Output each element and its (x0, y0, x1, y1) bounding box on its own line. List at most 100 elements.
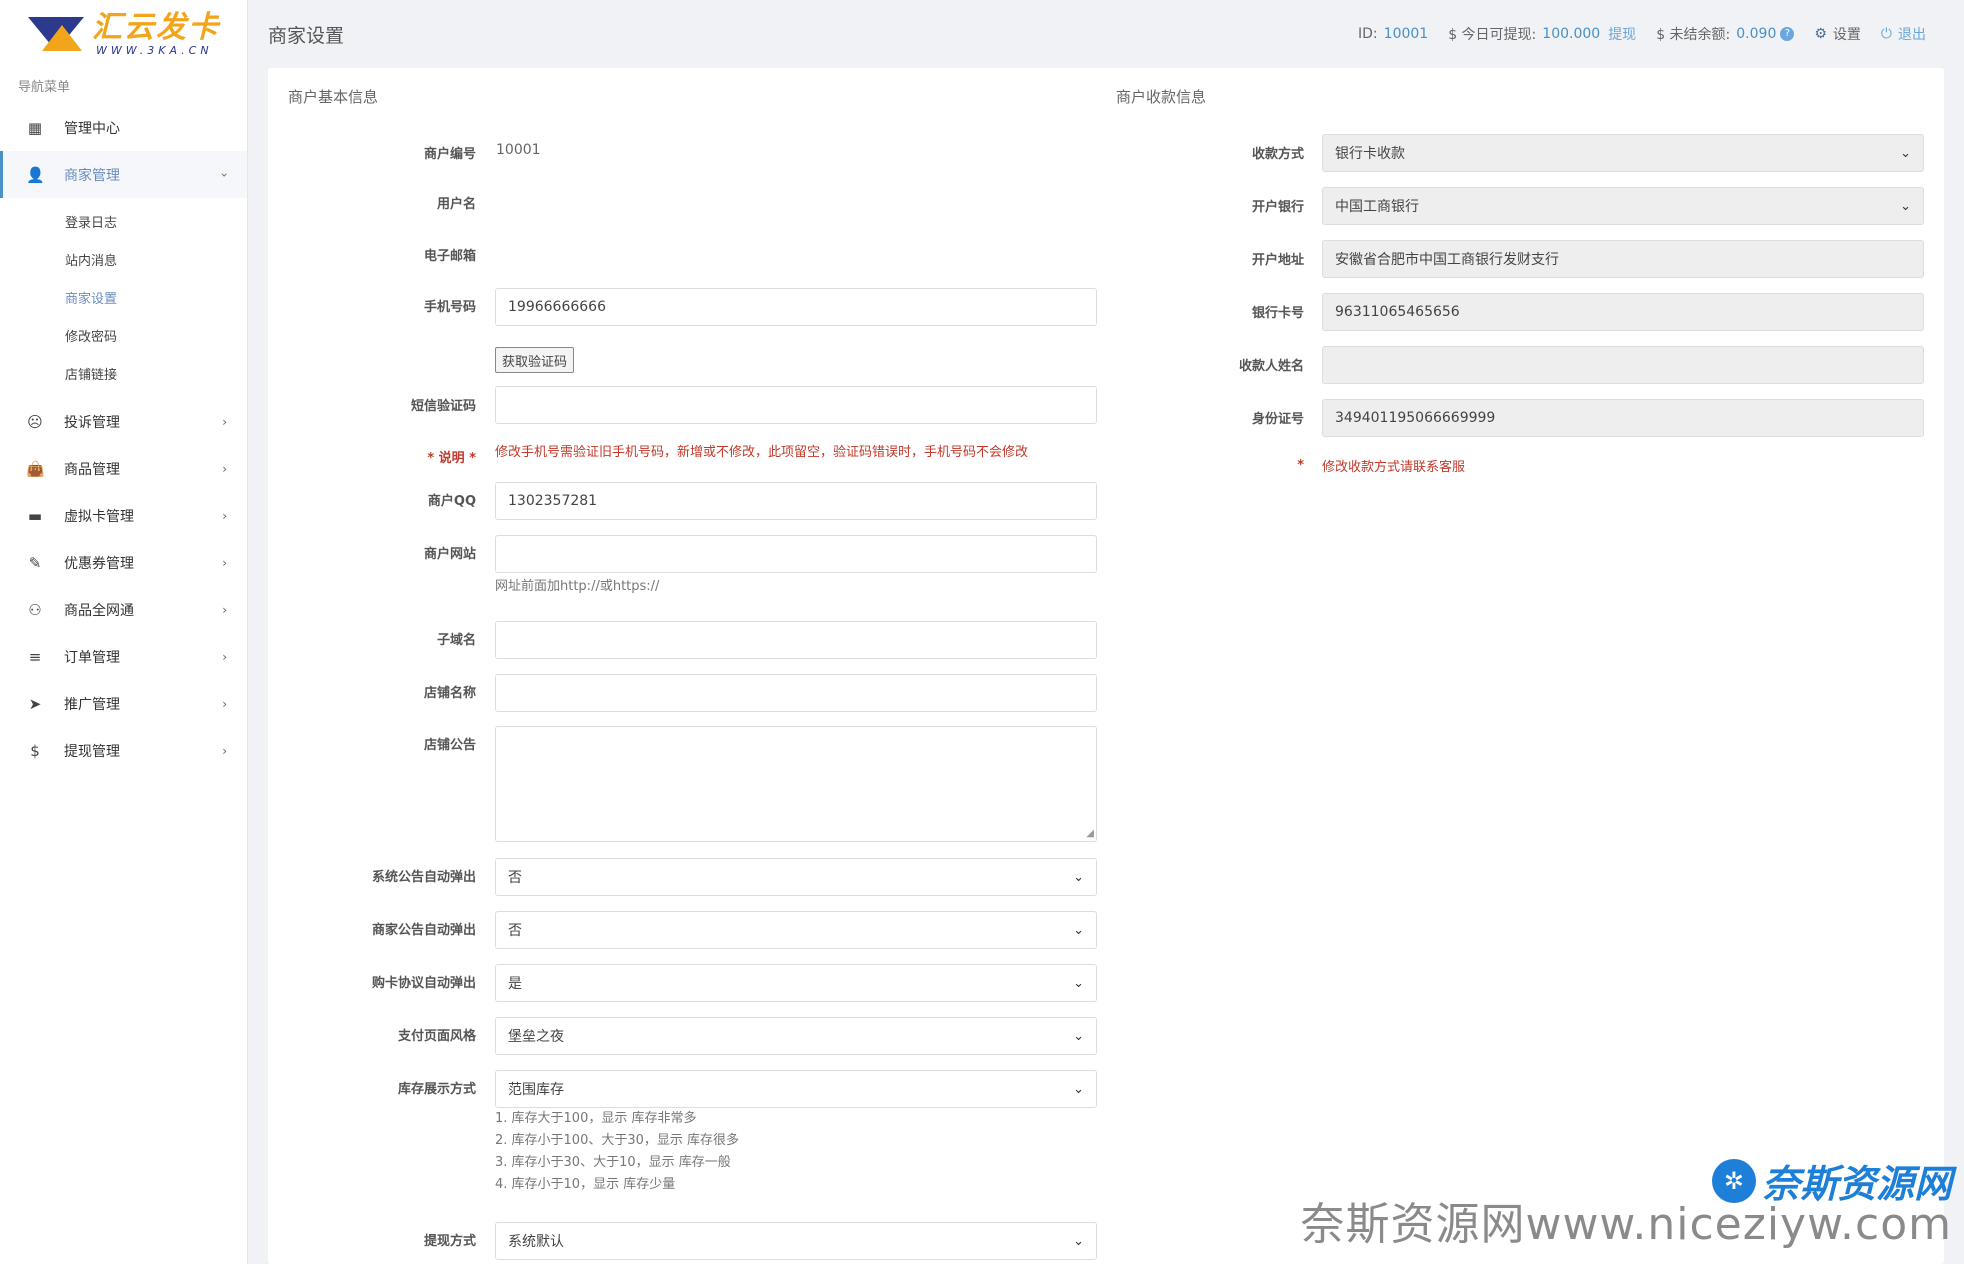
handshake-icon: ⚇ (28, 600, 42, 619)
sidebar-item-virtual-cards[interactable]: ▬ 虚拟卡管理 › (0, 492, 247, 539)
settings-button[interactable]: ⚙ 设置 (1814, 24, 1861, 44)
sidebar-item-label: 推广管理 (64, 696, 120, 713)
logo-subtitle: WWW.3KA.CN (96, 43, 213, 57)
withdraw-method-label: 提现方式 (423, 1234, 476, 1249)
stock-help-line: 4. 库存小于10，显示 库存少量 (495, 1177, 676, 1192)
chevron-right-icon: › (222, 461, 227, 476)
qq-input[interactable]: 1302357281 (495, 482, 1097, 520)
dashboard-icon: ▦ (27, 118, 43, 137)
send-icon: ➤ (28, 694, 42, 713)
merchant-id-label: ID: (1358, 26, 1378, 42)
payee-method-label: 收款方式 (1251, 147, 1304, 162)
select-value: 否 (508, 923, 522, 939)
user-icon: 👤 (26, 165, 45, 184)
power-icon: ⏻ (1880, 26, 1892, 42)
shop-notice-textarea[interactable]: ◢ (495, 726, 1097, 842)
sidebar-item-label: 商家管理 (64, 167, 120, 184)
card-number-label: 银行卡号 (1251, 306, 1304, 321)
stock-help-line: 2. 库存小于100、大于30，显示 库存很多 (495, 1133, 740, 1148)
basic-info-title: 商户基本信息 (288, 88, 379, 106)
subdomain-input[interactable] (495, 621, 1097, 659)
bag-icon: 👜 (26, 459, 45, 478)
logo[interactable]: 汇云发卡 WWW.3KA.CN (0, 0, 247, 68)
pay-style-label: 支付页面风格 (397, 1029, 476, 1044)
shop-name-input[interactable] (495, 674, 1097, 712)
sys-popup-label: 系统公告自动弹出 (371, 870, 476, 885)
website-input[interactable] (495, 535, 1097, 573)
ticket-icon: ✎ (28, 553, 42, 572)
chevron-right-icon: › (222, 649, 227, 664)
sidebar-item-coupons[interactable]: ✎ 优惠券管理 › (0, 539, 247, 586)
chevron-right-icon: › (222, 696, 227, 711)
chevron-right-icon: › (222, 602, 227, 617)
id-number-input[interactable]: 349401195066669999 (1322, 399, 1924, 437)
sub-item-change-password[interactable]: 修改密码 (0, 316, 247, 354)
card-number-input[interactable]: 96311065465656 (1322, 293, 1924, 331)
select-value: 范围库存 (508, 1082, 564, 1098)
sidebar-item-merchant[interactable]: 👤 商家管理 › (0, 151, 247, 198)
sidebar-item-dashboard[interactable]: ▦ 管理中心 (0, 104, 247, 151)
account-summary: ID: 10001 $ 今日可提现: 100.000 提现 $ 未结余额: 0.… (1338, 24, 1944, 44)
merchant-no-value: 10001 (496, 142, 541, 158)
merchant-id-value: 10001 (1383, 26, 1429, 42)
pay-style-select[interactable]: 堡垒之夜 ⌄ (495, 1017, 1097, 1055)
chevron-down-icon: ⌄ (1073, 869, 1084, 885)
chevron-right-icon: › (222, 555, 227, 570)
payee-info-title: 商户收款信息 (1116, 88, 1207, 106)
payee-method-select[interactable]: 银行卡收款 ⌄ (1322, 134, 1924, 172)
subdomain-label: 子域名 (436, 633, 476, 648)
sms-code-label: 短信验证码 (410, 399, 476, 414)
list-icon: ≡ (28, 647, 42, 666)
stock-select[interactable]: 范围库存 ⌄ (495, 1070, 1097, 1108)
phone-note: 修改手机号需验证旧手机号码，新增或不修改，此项留空，验证码错误时，手机号码不会修… (495, 445, 1029, 460)
phone-input[interactable]: 19966666666 (495, 288, 1097, 326)
settings-label: 设置 (1832, 27, 1861, 43)
unsettled-label: $ 未结余额: (1656, 27, 1731, 43)
sidebar-item-promotion[interactable]: ➤ 推广管理 › (0, 680, 247, 727)
sidebar-item-complaints[interactable]: ☹ 投诉管理 › (0, 398, 247, 445)
merchant-no-label: 商户编号 (423, 147, 476, 162)
sidebar-item-products[interactable]: 👜 商品管理 › (0, 445, 247, 492)
sidebar-item-orders[interactable]: ≡ 订单管理 › (0, 633, 247, 680)
sub-item-shop-link[interactable]: 店铺链接 (0, 354, 247, 392)
payee-note: 修改收款方式请联系客服 (1322, 460, 1466, 475)
watermark-text: 奈斯资源网www.niceziyw.com (1300, 1199, 1952, 1250)
shop-notice-label: 店铺公告 (423, 738, 476, 753)
sms-code-input[interactable] (495, 386, 1097, 424)
shop-popup-select[interactable]: 否 ⌄ (495, 911, 1097, 949)
select-value: 否 (508, 870, 522, 886)
sidebar-item-network[interactable]: ⚇ 商品全网通 › (0, 586, 247, 633)
resize-handle-icon[interactable]: ◢ (1086, 828, 1094, 839)
id-number-label: 身份证号 (1251, 412, 1304, 427)
withdrawable-label: $ 今日可提现: (1448, 27, 1537, 43)
sidebar-item-label: 虚拟卡管理 (64, 508, 134, 525)
sidebar-item-label: 商品全网通 (64, 602, 134, 619)
help-icon[interactable]: ? (1780, 27, 1795, 41)
bank-address-input[interactable]: 安徽省合肥市中国工商银行发财支行 (1322, 240, 1924, 278)
sidebar: 汇云发卡 WWW.3KA.CN 导航菜单 ▦ 管理中心 👤 商家管理 › 登录日… (0, 0, 248, 1264)
sidebar-item-label: 投诉管理 (64, 414, 120, 431)
payee-name-input[interactable] (1322, 346, 1924, 384)
withdraw-link[interactable]: 提现 (1608, 24, 1636, 44)
note-label: * 说明 * (427, 451, 476, 466)
shop-name-label: 店铺名称 (423, 686, 476, 701)
card-icon: ▬ (27, 506, 43, 525)
website-label: 商户网站 (423, 547, 476, 562)
topbar: 商家设置 ID: 10001 $ 今日可提现: 100.000 提现 $ 未结余… (248, 0, 1964, 68)
agreement-popup-select[interactable]: 是 ⌄ (495, 964, 1097, 1002)
logout-button[interactable]: ⏻ 退出 (1881, 24, 1926, 44)
sidebar-item-withdrawals[interactable]: $ 提现管理 › (0, 727, 247, 774)
sub-item-login-log[interactable]: 登录日志 (0, 202, 247, 240)
sub-item-messages[interactable]: 站内消息 (0, 240, 247, 278)
bank-label: 开户银行 (1251, 200, 1304, 215)
website-help: 网址前面加http://或https:// (495, 579, 660, 594)
sys-popup-select[interactable]: 否 ⌄ (495, 858, 1097, 896)
sub-item-merchant-settings[interactable]: 商家设置 (0, 278, 247, 316)
sidebar-item-label: 提现管理 (64, 743, 120, 760)
bank-select[interactable]: 中国工商银行 ⌄ (1322, 187, 1924, 225)
withdraw-method-select[interactable]: 系统默认 ⌄ (495, 1222, 1097, 1260)
logo-title: 汇云发卡 (92, 9, 220, 45)
qq-label: 商户QQ (427, 494, 476, 509)
get-code-button[interactable]: 获取验证码 (495, 347, 575, 373)
chevron-down-icon: ⌄ (1073, 1081, 1084, 1097)
